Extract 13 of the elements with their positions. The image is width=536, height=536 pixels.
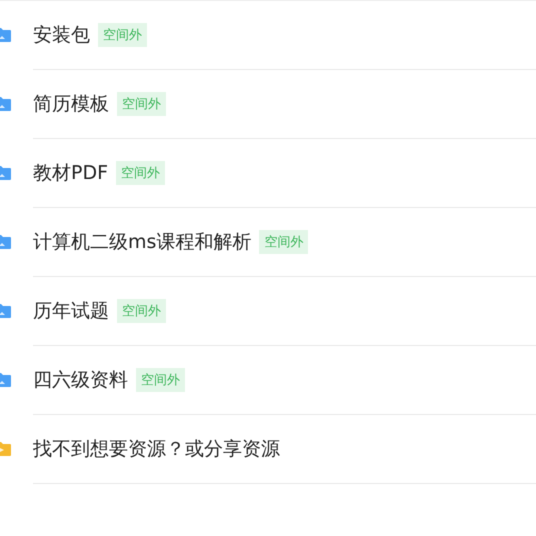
- folder-name[interactable]: 简历模板: [33, 91, 109, 117]
- folder-name[interactable]: 四六级资料: [33, 367, 128, 393]
- folder-name[interactable]: 教材PDF: [33, 160, 108, 186]
- tag: 空间外: [116, 161, 166, 185]
- folder-name[interactable]: 计算机二级ms课程和解析: [33, 229, 252, 255]
- folder-name[interactable]: 历年试题: [33, 298, 109, 324]
- tag: 空间外: [117, 92, 166, 116]
- folder-name[interactable]: 安装包: [33, 22, 90, 48]
- folder-name[interactable]: 找不到想要资源？或分享资源: [33, 436, 280, 462]
- tag: 空间外: [136, 368, 185, 392]
- tag: 空间外: [259, 230, 308, 254]
- tag: 空间外: [117, 299, 166, 323]
- tag: 空间外: [98, 23, 147, 47]
